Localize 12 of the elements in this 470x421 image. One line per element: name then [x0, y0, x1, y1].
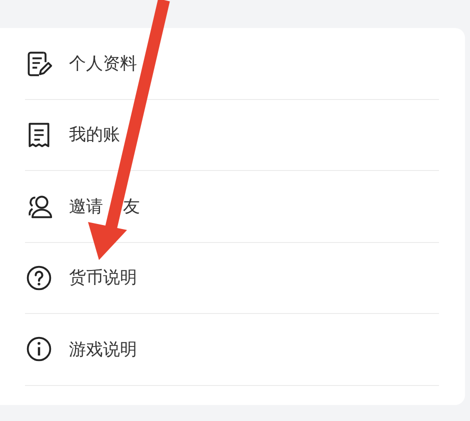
menu-item-label: 游戏说明 [69, 338, 137, 361]
menu-item-label: 个人资料 [69, 52, 137, 75]
menu-item[interactable]: 个人资料 [25, 28, 439, 100]
question-icon [25, 264, 53, 292]
menu-item-label: 友 [123, 196, 140, 218]
menu-item[interactable]: 游戏说明 [25, 314, 439, 386]
info-icon [25, 335, 53, 364]
document-edit-icon [25, 49, 53, 78]
menu-item-label: 邀请 [69, 196, 103, 218]
menu-item[interactable]: 我的账 [25, 100, 439, 171]
menu-item-label: 货币说明 [69, 267, 137, 290]
menu-item-label: 我的账 [69, 124, 120, 146]
